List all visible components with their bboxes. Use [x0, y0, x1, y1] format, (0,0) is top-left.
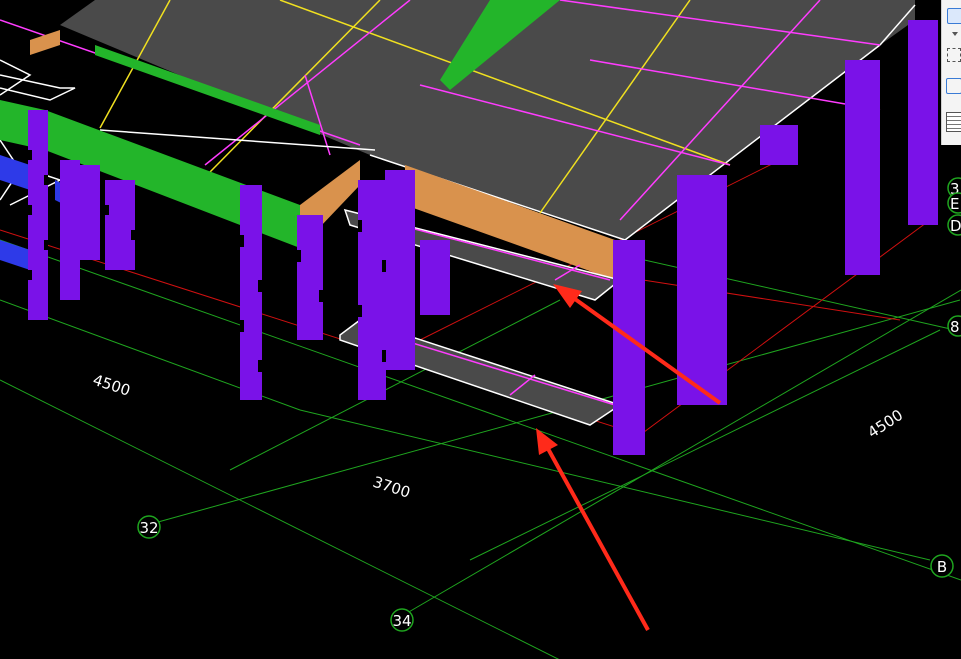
box-view-icon[interactable]	[946, 78, 961, 94]
dimension-label-3700: 3700	[371, 473, 413, 502]
3d-model-viewport[interactable]: 4500 3700 4500 32 34 B 3 E D 8	[0, 0, 961, 659]
view-icon[interactable]	[947, 48, 961, 62]
list-icon[interactable]	[946, 112, 961, 132]
annotation-arrow-lower	[536, 428, 650, 631]
grid-lines-green	[0, 239, 961, 659]
grid-axis-e-label: E	[950, 195, 959, 213]
cube-icon[interactable]	[947, 8, 961, 24]
grid-axis-d-label: D	[950, 217, 961, 235]
chevron-down-icon[interactable]	[952, 32, 958, 36]
grid-axis-partial: 3 E D 8	[947, 177, 961, 337]
grid-axis-8-label: 8	[950, 318, 960, 336]
grid-axis-32[interactable]: 32	[137, 515, 161, 539]
grid-axis-32-label: 32	[139, 519, 158, 537]
grid-axis-b-label: B	[937, 558, 947, 576]
grid-axis-b[interactable]: B	[930, 554, 954, 578]
dimension-label-4500-right: 4500	[864, 406, 906, 442]
view-toolbar	[941, 0, 961, 145]
dimension-label-4500-left: 4500	[91, 371, 133, 400]
grid-axis-34[interactable]: 34	[390, 608, 414, 632]
grid-axis-34-label: 34	[392, 612, 411, 630]
